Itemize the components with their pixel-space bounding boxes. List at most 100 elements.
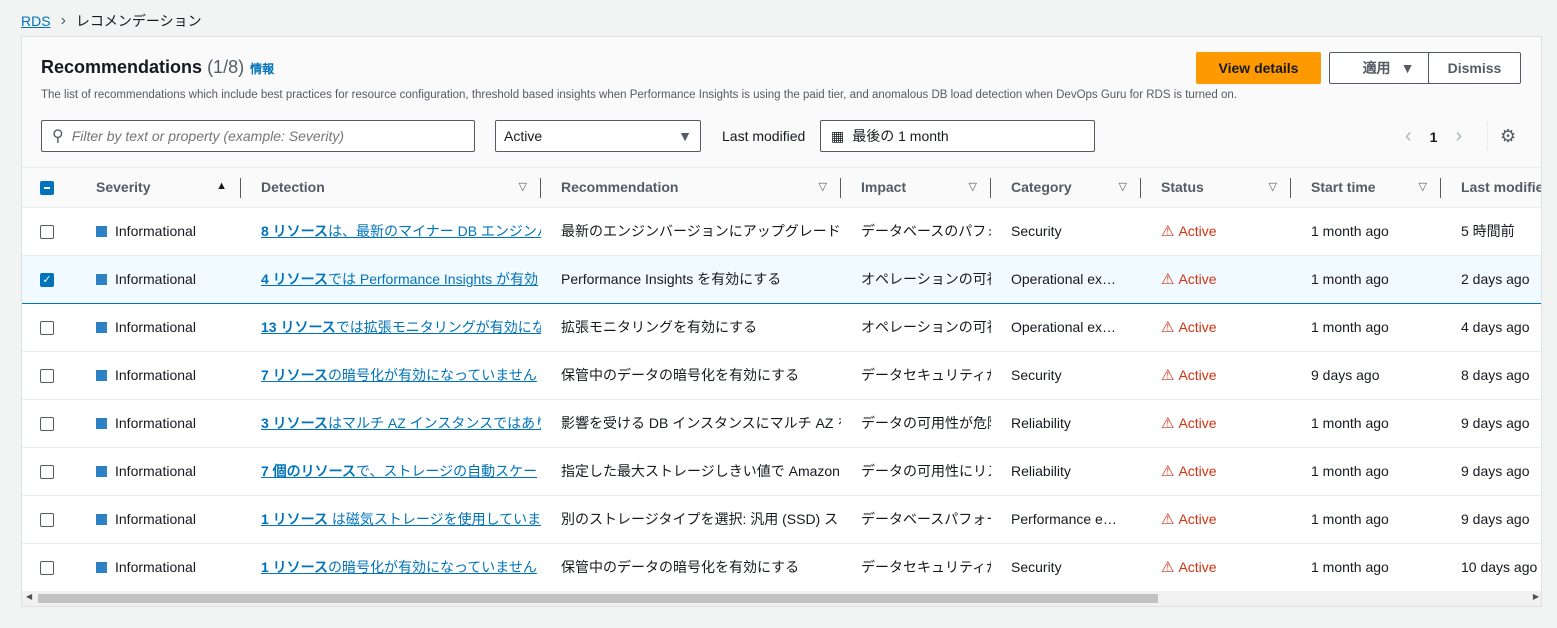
severity-text: Informational: [115, 415, 196, 431]
detection-text: では Performance Insights が有効: [327, 271, 539, 287]
row-checkbox-cell[interactable]: [22, 303, 76, 352]
category-cell: Operational ex…: [991, 303, 1141, 352]
category-cell: Security: [991, 543, 1141, 592]
detection-cell: 1 リソースの暗号化が有効になっていません: [241, 543, 541, 592]
sort-icon[interactable]: ▽: [819, 180, 827, 193]
table-row[interactable]: Informational 7 個のリソースで、ストレージの自動スケー 指定した…: [22, 447, 1541, 496]
warning-icon: ⚠: [1161, 463, 1175, 480]
column-header-last-modified[interactable]: Last modified: [1441, 168, 1541, 208]
table-row[interactable]: Informational 1 リソースの暗号化が有効になっていません 保管中の…: [22, 543, 1541, 592]
column-header-category[interactable]: Category ▽: [991, 168, 1141, 208]
severity-text: Informational: [115, 463, 196, 479]
select-all-checkbox[interactable]: [40, 181, 54, 196]
scroll-right-icon[interactable]: ▶: [1533, 592, 1539, 601]
recommendation-text: 指定した最大ストレージしきい値で Amazon: [561, 463, 840, 479]
select-all-checkbox-cell[interactable]: [22, 168, 76, 208]
detection-link[interactable]: 3 リソースはマルチ AZ インスタンスではあり: [261, 413, 541, 433]
table-row[interactable]: Informational 1 リソース は磁気ストレージを使用していま 別のス…: [22, 495, 1541, 544]
recommendations-table: Severity ▲ Detection ▽ Recommendation ▽ Impact…: [22, 168, 1541, 592]
filter-input-box[interactable]: ⚲: [41, 120, 475, 152]
table-row[interactable]: ✓ Informational 4 リソースでは Performance Ins…: [22, 254, 1541, 304]
start-time-cell: 1 month ago: [1291, 303, 1441, 352]
row-checkbox[interactable]: [40, 417, 54, 432]
detection-count: 7 リソース: [261, 367, 328, 383]
column-header-impact[interactable]: Impact ▽: [841, 168, 991, 208]
row-checkbox-cell[interactable]: [22, 495, 76, 544]
row-checkbox[interactable]: [40, 465, 54, 480]
severity-text: Informational: [115, 367, 196, 383]
column-header-severity[interactable]: Severity ▲: [76, 168, 241, 208]
table-row[interactable]: Informational 13 リソースでは拡張モニタリングが有効にな 拡張モ…: [22, 303, 1541, 352]
row-checkbox-cell[interactable]: [22, 543, 76, 592]
recommendation-cell: 指定した最大ストレージしきい値で Amazon: [541, 447, 841, 496]
column-header-status[interactable]: Status ▽: [1141, 168, 1291, 208]
date-range-picker[interactable]: ▦ 最後の 1 month: [820, 120, 1095, 152]
recommendation-cell: 影響を受ける DB インスタンスにマルチ AZ を: [541, 399, 841, 448]
detection-link[interactable]: 1 リソースの暗号化が有効になっていません: [261, 557, 541, 577]
row-checkbox[interactable]: [40, 561, 54, 576]
table-row[interactable]: Informational 8 リソースは、最新のマイナー DB エンジンバ 最…: [22, 207, 1541, 256]
sort-ascending-icon[interactable]: ▲: [216, 180, 227, 192]
current-page[interactable]: 1: [1430, 129, 1438, 145]
recommendation-cell: Performance Insights を有効にする: [541, 254, 841, 304]
row-checkbox[interactable]: ✓: [40, 273, 54, 288]
view-details-button[interactable]: View details: [1196, 52, 1321, 84]
severity-text: Informational: [115, 511, 196, 527]
impact-text: データセキュリティが: [861, 559, 991, 575]
impact-cell: データセキュリティが: [841, 543, 991, 592]
prev-page-icon[interactable]: ‹: [1405, 125, 1412, 148]
severity-cell: Informational: [76, 303, 241, 352]
sort-icon[interactable]: ▽: [1119, 180, 1127, 193]
row-checkbox[interactable]: [40, 321, 54, 336]
sort-icon[interactable]: ▽: [519, 180, 527, 193]
row-checkbox-cell[interactable]: [22, 351, 76, 400]
status-text: Active: [1178, 559, 1217, 575]
column-label: Impact: [861, 179, 907, 196]
category-cell: Reliability: [991, 399, 1141, 448]
row-checkbox-cell[interactable]: [22, 399, 76, 448]
table-row[interactable]: Informational 3 リソースはマルチ AZ インスタンスではあり 影…: [22, 399, 1541, 448]
gear-icon[interactable]: ⚙: [1487, 121, 1516, 151]
dismiss-button[interactable]: Dismiss: [1428, 52, 1521, 84]
detection-link[interactable]: 13 リソースでは拡張モニタリングが有効にな: [261, 317, 541, 337]
sort-icon[interactable]: ▽: [1419, 180, 1427, 193]
severity-square-icon: [96, 322, 107, 333]
next-page-icon[interactable]: ›: [1455, 125, 1462, 148]
column-label: Category: [1011, 179, 1072, 196]
column-header-detection[interactable]: Detection ▽: [241, 168, 541, 208]
detection-link[interactable]: 7 個のリソースで、ストレージの自動スケー: [261, 461, 541, 481]
sort-icon[interactable]: ▽: [969, 180, 977, 193]
table-row[interactable]: Informational 7 リソースの暗号化が有効になっていません 保管中の…: [22, 351, 1541, 400]
row-checkbox[interactable]: [40, 225, 54, 240]
severity-cell: Informational: [76, 447, 241, 496]
breadcrumb-rds-link[interactable]: RDS: [21, 13, 51, 29]
impact-text: データベースのパフォ: [861, 223, 991, 239]
filter-input[interactable]: [71, 128, 452, 144]
last-modified-cell: 10 days ago: [1441, 543, 1541, 592]
detection-link[interactable]: 7 リソースの暗号化が有効になっていません: [261, 365, 541, 385]
detection-count: 8 リソース: [261, 223, 328, 239]
row-checkbox[interactable]: [40, 513, 54, 528]
row-checkbox-cell[interactable]: [22, 447, 76, 496]
scroll-left-icon[interactable]: ◀: [26, 592, 32, 601]
start-time-cell: 1 month ago: [1291, 207, 1441, 256]
detection-link[interactable]: 8 リソースは、最新のマイナー DB エンジンバ: [261, 221, 541, 241]
detection-count: 4 リソース: [261, 271, 328, 287]
info-link[interactable]: 情報: [250, 62, 274, 76]
severity-cell: Informational: [76, 399, 241, 448]
recommendations-panel: Recommendations (1/8) 情報 The list of reco…: [21, 36, 1542, 607]
sort-icon[interactable]: ▽: [1269, 180, 1277, 193]
status-select[interactable]: Active ▼: [495, 120, 701, 152]
horizontal-scrollbar[interactable]: ◀ ▶: [22, 591, 1541, 606]
detection-link[interactable]: 1 リソース は磁気ストレージを使用していま: [261, 509, 541, 529]
category-cell: Security: [991, 351, 1141, 400]
column-header-recommendation[interactable]: Recommendation ▽: [541, 168, 841, 208]
row-checkbox-cell[interactable]: [22, 207, 76, 256]
detection-link[interactable]: 4 リソースでは Performance Insights が有効: [261, 269, 541, 289]
scrollbar-thumb[interactable]: [38, 594, 1158, 603]
row-checkbox[interactable]: [40, 369, 54, 384]
row-checkbox-cell[interactable]: ✓: [22, 254, 76, 304]
status-text: Active: [1178, 415, 1217, 431]
recommendation-text: 最新のエンジンバージョンにアップグレード: [561, 223, 841, 239]
column-header-start-time[interactable]: Start time ▽: [1291, 168, 1441, 208]
